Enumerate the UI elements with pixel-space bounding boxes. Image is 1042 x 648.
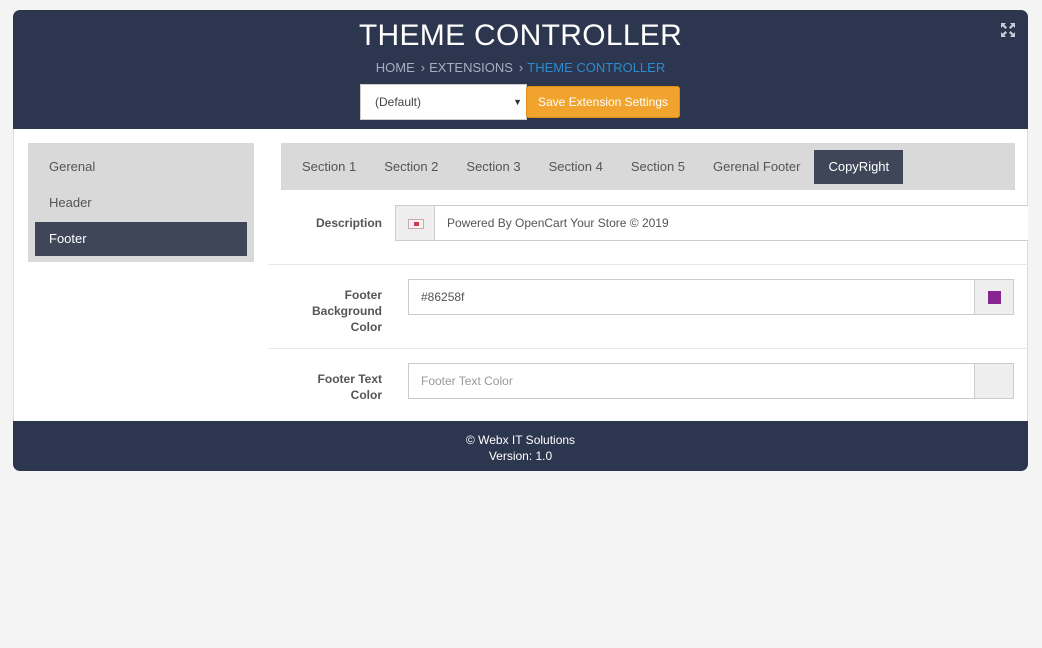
page-title: THEME CONTROLLER	[358, 19, 683, 52]
description-label: Description	[315, 216, 382, 230]
breadcrumb-home[interactable]: HOME	[376, 60, 415, 75]
label-line: Color	[350, 388, 382, 402]
row-divider	[268, 264, 1028, 265]
panel-footer: © Webx IT Solutions Version: 1.0	[13, 421, 1028, 471]
sidebar-item-footer[interactable]: Footer	[35, 222, 247, 256]
label-line: Background	[311, 304, 382, 318]
footer-text-color-label: Footer Text Color	[268, 371, 382, 403]
breadcrumb-extensions[interactable]: EXTENSIONS	[429, 60, 513, 75]
color-picker-addon[interactable]	[974, 364, 1013, 398]
footer-bg-color-value: #86258f	[421, 290, 465, 304]
tab-section-3[interactable]: Section 3	[452, 150, 534, 184]
row-divider	[268, 348, 1028, 349]
footer-text-color-placeholder: Footer Text Color	[421, 374, 513, 388]
tab-section-4[interactable]: Section 4	[535, 150, 617, 184]
save-extension-settings-button[interactable]: Save Extension Settings	[526, 86, 680, 118]
section-tabs: Section 1 Section 2 Section 3 Section 4 Sect…	[281, 143, 1015, 190]
breadcrumb-separator: ›	[420, 60, 426, 75]
label-line: Footer Text	[317, 372, 382, 386]
language-flag-icon	[408, 219, 424, 229]
description-input[interactable]: Powered By OpenCart Your Store © 2019	[395, 205, 1028, 241]
label-line: Color	[350, 320, 382, 334]
footer-bg-color-label: Footer Background Color	[268, 287, 382, 335]
chevron-down-icon: ▼	[513, 97, 522, 107]
sidebar: Gerenal Header Footer	[28, 143, 254, 262]
expand-icon[interactable]	[1000, 22, 1016, 38]
tab-section-5[interactable]: Section 5	[617, 150, 699, 184]
tab-copyright[interactable]: CopyRight	[814, 150, 904, 184]
description-row: Description Powered By OpenCart Your Sto…	[268, 205, 1028, 255]
tab-section-1[interactable]: Section 1	[288, 150, 370, 184]
tab-general-footer[interactable]: Gerenal Footer	[699, 150, 814, 184]
breadcrumb-current: THEME CONTROLLER	[527, 60, 666, 75]
breadcrumb-separator: ›	[518, 60, 524, 75]
color-picker-addon[interactable]	[974, 280, 1013, 314]
footer-text-color-row: Footer Text Color Footer Text Color	[268, 363, 1028, 413]
copyright-text: © Webx IT Solutions	[465, 433, 576, 447]
footer-text-color-input[interactable]: Footer Text Color	[408, 363, 1014, 399]
store-select[interactable]: (Default) ▼	[360, 84, 527, 120]
panel-header: THEME CONTROLLER HOME › EXTENSIONS › THEME C…	[13, 10, 1028, 129]
theme-controller-panel: THEME CONTROLLER HOME › EXTENSIONS › THEME C…	[13, 10, 1028, 471]
content-area: Gerenal Header Footer Section 1 Section 2…	[13, 129, 1028, 421]
sidebar-item-general[interactable]: Gerenal	[35, 150, 247, 184]
description-value: Powered By OpenCart Your Store © 2019	[447, 216, 669, 230]
breadcrumb: HOME › EXTENSIONS › THEME CONTROLLER	[13, 60, 1028, 75]
label-line: Footer	[344, 288, 382, 302]
color-swatch-icon	[988, 291, 1001, 304]
version-text: Version: 1.0	[488, 449, 553, 463]
footer-bg-color-input[interactable]: #86258f	[408, 279, 1014, 315]
store-select-value: (Default)	[375, 95, 422, 109]
tab-section-2[interactable]: Section 2	[370, 150, 452, 184]
sidebar-item-header[interactable]: Header	[35, 186, 247, 220]
footer-bg-color-row: Footer Background Color #86258f	[268, 279, 1028, 349]
language-addon	[396, 206, 435, 240]
